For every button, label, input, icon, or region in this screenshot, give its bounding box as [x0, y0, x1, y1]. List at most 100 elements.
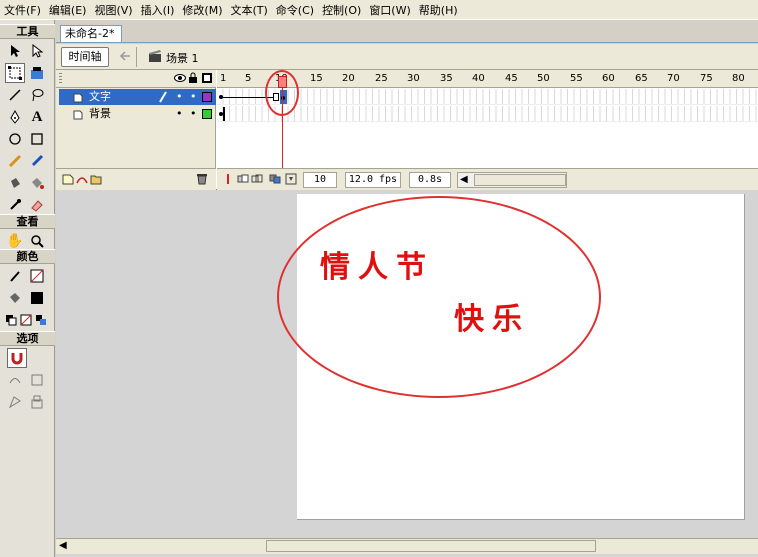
grip-icon[interactable]: [59, 73, 62, 85]
layer-outline-color[interactable]: [202, 92, 212, 102]
tools-heading: 工具: [0, 24, 55, 39]
rectangle-tool-icon[interactable]: [27, 129, 47, 149]
lock-dot[interactable]: •: [190, 106, 197, 122]
menu-commands[interactable]: 命令(C): [276, 2, 314, 18]
no-color-icon[interactable]: [18, 310, 34, 330]
pen-tool-icon[interactable]: [5, 107, 25, 127]
stage-text-line2[interactable]: 快乐: [454, 294, 530, 338]
layer-outline-color[interactable]: [202, 109, 212, 119]
ruler-number: 60: [602, 73, 615, 84]
stage-horizontal-scrollbar[interactable]: ◀: [56, 538, 758, 554]
separator: [136, 47, 137, 67]
lock-dot[interactable]: •: [190, 89, 197, 105]
ruler-number: 30: [407, 73, 420, 84]
layer-header: [56, 70, 216, 88]
oval-tool-icon[interactable]: [5, 129, 25, 149]
pencil-tool-icon[interactable]: [5, 151, 25, 171]
edit-multiple-frames-icon[interactable]: [269, 173, 281, 188]
subselect-tool-icon[interactable]: [27, 41, 47, 61]
ruler-number: 35: [440, 73, 453, 84]
timeline-panel: 文字 • • 背景 • • 1 5 15 20 25 30 35 40 45 5…: [56, 70, 758, 190]
swap-colors-icon[interactable]: [33, 310, 49, 330]
back-arrow-icon[interactable]: [118, 50, 132, 65]
ruler-number: 80: [732, 73, 745, 84]
line-tool-icon[interactable]: [5, 85, 25, 105]
menu-file[interactable]: 文件(F): [4, 2, 41, 18]
document-tab[interactable]: 未命名-2*: [60, 25, 122, 43]
stage-text-line1[interactable]: 情人节: [320, 242, 434, 286]
eraser-tool-icon[interactable]: [27, 195, 47, 215]
layer-toolbar: [56, 168, 216, 190]
hand-tool-icon[interactable]: ✋: [5, 231, 25, 251]
fill-color-icon[interactable]: [5, 288, 25, 308]
fill-transform-tool-icon[interactable]: [27, 63, 47, 83]
scene-label[interactable]: 场景 1: [166, 50, 199, 66]
arrow-tool-icon[interactable]: [5, 41, 25, 61]
scale-icon[interactable]: [27, 392, 47, 412]
document-area: 未命名-2* 时间轴 场景 1 文字 • • 背景 • • 1 5 15 20 …: [56, 20, 758, 557]
menu-edit[interactable]: 编辑(E): [49, 2, 87, 18]
smooth-icon[interactable]: [5, 370, 25, 390]
ruler-number: 20: [342, 73, 355, 84]
onion-skin-icon[interactable]: [237, 173, 249, 188]
delete-layer-icon[interactable]: [196, 173, 208, 188]
visibility-dot[interactable]: •: [176, 89, 183, 105]
menu-window[interactable]: 窗口(W): [369, 2, 410, 18]
view-heading: 查看: [0, 214, 55, 229]
ruler-number: 5: [245, 73, 252, 84]
eyedropper-tool-icon[interactable]: [5, 195, 25, 215]
free-transform-tool-icon[interactable]: [5, 63, 25, 83]
eye-icon[interactable]: [174, 73, 186, 86]
center-frame-icon[interactable]: [222, 173, 234, 188]
timeline-toggle-button[interactable]: 时间轴: [61, 47, 109, 67]
layer-row-text[interactable]: 文字 • •: [59, 89, 216, 105]
lasso-tool-icon[interactable]: [27, 85, 47, 105]
menu-control[interactable]: 控制(O): [322, 2, 361, 18]
menu-help[interactable]: 帮助(H): [419, 2, 458, 18]
scroll-left-icon[interactable]: ◀: [59, 540, 67, 551]
stage-area: 情人节 快乐 ◀: [56, 190, 758, 557]
black-white-icon[interactable]: [3, 310, 19, 330]
stroke-color-icon[interactable]: [5, 266, 25, 286]
layer-name: 背景: [89, 107, 111, 120]
toolbox: 工具 A 查看 ✋ 颜色 选项: [0, 20, 55, 557]
options-heading: 选项: [0, 331, 55, 346]
straighten-icon[interactable]: [27, 370, 47, 390]
fill-color-swatch[interactable]: [27, 288, 47, 308]
menu-view[interactable]: 视图(V): [94, 2, 132, 18]
scroll-left-icon[interactable]: ◀: [460, 174, 468, 185]
snap-magnet-icon[interactable]: [7, 348, 27, 368]
ink-bottle-tool-icon[interactable]: [5, 173, 25, 193]
elapsed-time: 0.8s: [409, 172, 451, 188]
lock-icon[interactable]: [188, 72, 198, 87]
rotate-icon[interactable]: [5, 392, 25, 412]
menu-insert[interactable]: 插入(I): [141, 2, 175, 18]
modify-onion-markers-icon[interactable]: [285, 173, 297, 188]
visibility-dot[interactable]: •: [176, 106, 183, 122]
add-motion-guide-icon[interactable]: [76, 173, 88, 188]
outline-icon[interactable]: [202, 73, 212, 83]
ruler-number: 65: [635, 73, 648, 84]
timeline-status-bar: 10 12.0 fps 0.8s ◀: [217, 168, 758, 190]
insert-folder-icon[interactable]: [90, 173, 102, 188]
text-tool-icon[interactable]: A: [27, 107, 47, 127]
edit-bar: 时间轴 场景 1: [56, 44, 758, 70]
insert-layer-icon[interactable]: [62, 173, 74, 188]
ruler-number: 70: [667, 73, 680, 84]
menu-text[interactable]: 文本(T): [230, 2, 267, 18]
scroll-thumb[interactable]: [266, 540, 596, 552]
stroke-color-swatch[interactable]: [27, 266, 47, 286]
frame-row-background[interactable]: [217, 106, 758, 122]
frame-rate[interactable]: 12.0 fps: [345, 172, 401, 188]
onion-skin-outline-icon[interactable]: [251, 173, 263, 188]
oval-shape[interactable]: [277, 196, 601, 398]
layer-row-background[interactable]: 背景 • •: [59, 106, 216, 122]
layer-icon: [73, 109, 83, 125]
menu-modify[interactable]: 修改(M): [182, 2, 222, 18]
zoom-tool-icon[interactable]: [27, 231, 47, 251]
current-frame: 10: [303, 172, 337, 188]
paint-bucket-tool-icon[interactable]: [27, 173, 47, 193]
brush-tool-icon[interactable]: [27, 151, 47, 171]
timeline-scrollbar[interactable]: ◀: [457, 172, 567, 188]
scroll-thumb[interactable]: [474, 174, 566, 186]
